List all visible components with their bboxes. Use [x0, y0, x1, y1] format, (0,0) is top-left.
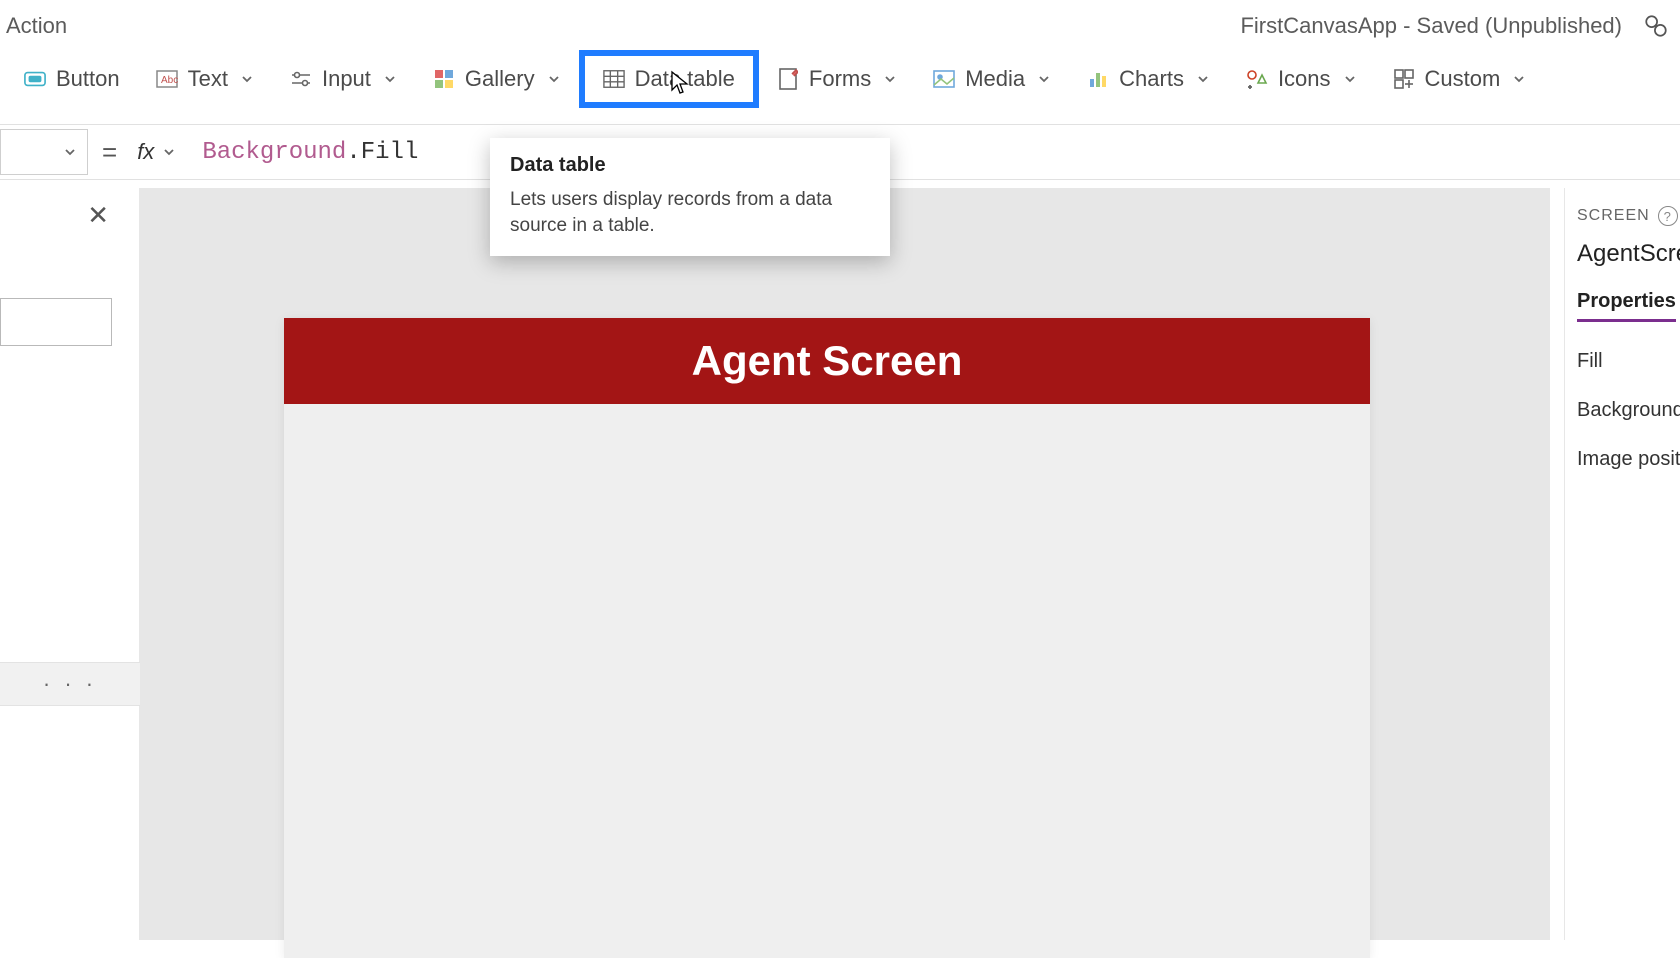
- mouse-cursor-icon: [670, 70, 690, 96]
- tree-search-input[interactable]: [0, 298, 112, 346]
- property-fill[interactable]: Fill: [1577, 350, 1680, 373]
- chevron-down-icon: [240, 72, 254, 86]
- tooltip-body: Lets users display records from a data s…: [510, 187, 870, 238]
- formula-input[interactable]: Background.Fill: [202, 139, 418, 166]
- custom-icon: [1393, 68, 1415, 90]
- screen-header-title: Agent Screen: [692, 337, 963, 385]
- chevron-down-icon: [383, 72, 397, 86]
- forms-icon: [777, 68, 799, 90]
- insert-charts[interactable]: Charts: [1069, 58, 1228, 100]
- tooltip-title: Data table: [510, 154, 870, 177]
- chevron-down-icon: [1196, 72, 1210, 86]
- properties-section-label: SCREEN ?: [1577, 206, 1680, 226]
- charts-icon: [1087, 68, 1109, 90]
- insert-text[interactable]: Abc Text: [138, 58, 272, 100]
- formula-property: .Fill: [346, 139, 418, 166]
- insert-media-label: Media: [965, 66, 1025, 92]
- button-icon: [24, 68, 46, 90]
- chevron-down-icon: [1037, 72, 1051, 86]
- insert-icons-label: Icons: [1278, 66, 1331, 92]
- insert-media[interactable]: Media: [915, 58, 1069, 100]
- property-image-position[interactable]: Image positic: [1577, 448, 1680, 471]
- insert-text-label: Text: [188, 66, 228, 92]
- insert-gallery[interactable]: Gallery: [415, 58, 579, 100]
- screen-header: Agent Screen: [284, 318, 1370, 404]
- canvas-area: Agent Screen: [140, 188, 1550, 940]
- insert-input[interactable]: Input: [272, 58, 415, 100]
- app-checker-icon[interactable]: [1642, 12, 1670, 40]
- property-dropdown[interactable]: [0, 129, 88, 175]
- insert-icons[interactable]: Icons: [1228, 58, 1375, 100]
- chevron-down-icon: [1343, 72, 1357, 86]
- chevron-down-icon: [883, 72, 897, 86]
- insert-button-label: Button: [56, 66, 120, 92]
- insert-gallery-label: Gallery: [465, 66, 535, 92]
- insert-button[interactable]: Button: [6, 58, 138, 100]
- properties-tab[interactable]: Properties: [1577, 290, 1676, 322]
- icons-icon: [1246, 68, 1268, 90]
- insert-forms[interactable]: Forms: [759, 58, 915, 100]
- chevron-down-icon: [547, 72, 561, 86]
- highlighted-control: Data table: [579, 50, 759, 108]
- insert-custom-label: Custom: [1425, 66, 1501, 92]
- property-background-image[interactable]: Background i: [1577, 399, 1680, 422]
- fx-button[interactable]: fx: [137, 139, 176, 165]
- insert-charts-label: Charts: [1119, 66, 1184, 92]
- help-icon[interactable]: ?: [1658, 206, 1678, 226]
- close-panel-button[interactable]: ✕: [87, 200, 109, 231]
- ribbon-tab-action[interactable]: Action: [0, 13, 67, 39]
- svg-text:Abc: Abc: [161, 75, 178, 86]
- selected-control-name: AgentScree: [1577, 240, 1680, 268]
- text-icon: Abc: [156, 68, 178, 90]
- tree-view-panel: ✕ · · ·: [0, 188, 140, 940]
- data-table-icon: [603, 68, 625, 90]
- tooltip: Data table Lets users display records fr…: [490, 138, 890, 256]
- ellipsis-icon: · · ·: [43, 671, 97, 697]
- insert-input-label: Input: [322, 66, 371, 92]
- chevron-down-icon: [1512, 72, 1526, 86]
- media-icon: [933, 68, 955, 90]
- insert-custom[interactable]: Custom: [1375, 58, 1545, 100]
- equals-sign: =: [102, 137, 117, 168]
- properties-panel: SCREEN ? AgentScree Properties Fill Back…: [1564, 188, 1680, 940]
- gallery-icon: [433, 68, 455, 90]
- formula-object: Background: [202, 139, 346, 166]
- insert-forms-label: Forms: [809, 66, 871, 92]
- input-icon: [290, 68, 312, 90]
- screen-preview[interactable]: Agent Screen: [284, 318, 1370, 958]
- title-bar: Action FirstCanvasApp - Saved (Unpublish…: [0, 0, 1680, 52]
- app-save-state: FirstCanvasApp - Saved (Unpublished): [1240, 13, 1622, 39]
- tree-item-actions[interactable]: · · ·: [0, 662, 140, 706]
- insert-data-table[interactable]: Data table: [591, 58, 747, 100]
- insert-ribbon: Button Abc Text Input Gallery Data table: [0, 52, 1680, 106]
